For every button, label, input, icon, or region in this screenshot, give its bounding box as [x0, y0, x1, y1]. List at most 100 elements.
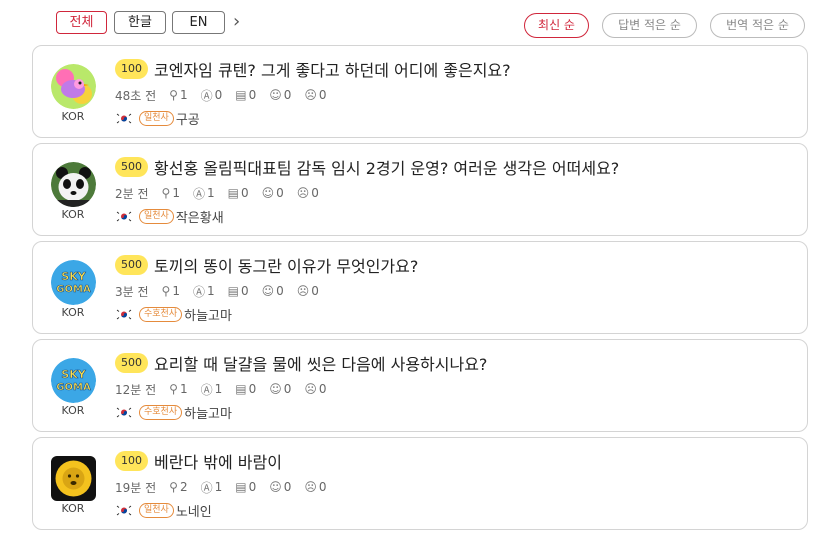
comment-count: 0 [248, 88, 257, 102]
svg-text:GOMA: GOMA [56, 284, 91, 295]
elapsed-time: 12분 전 [115, 382, 157, 397]
like-count: 0 [276, 186, 284, 200]
bird-avatar[interactable] [51, 64, 96, 109]
question-stats: 3분 전 ⚲ 1 Ⓐ 1 ▤ 0 ☺ 0 ☹ 0 [115, 283, 332, 299]
frown-icon: ☹ [296, 186, 310, 200]
korea-flag-icon [115, 307, 133, 321]
answer-icon: Ⓐ [192, 284, 205, 299]
view-count: 1 [172, 284, 180, 298]
question-card[interactable]: KOR 100 코엔자임 큐텐? 그게 좋다고 하던데 어디에 좋은지요? 48… [32, 45, 808, 138]
frown-icon: ☹ [304, 382, 317, 396]
smile-icon: ☺ [261, 284, 275, 298]
answer-count: 1 [214, 480, 223, 494]
username[interactable]: 작은황새 [176, 207, 224, 226]
sort-fewest-translations-button[interactable]: 번역 적은 순 [710, 13, 805, 38]
search-icon: ⚲ [161, 284, 171, 298]
rank-badge: 일천사 [139, 208, 174, 224]
dislike-count: 0 [311, 186, 319, 200]
search-icon: ⚲ [169, 480, 178, 494]
elapsed-time: 48초 전 [115, 88, 157, 103]
username[interactable]: 구공 [176, 109, 200, 128]
tab-korean[interactable]: 한글 [114, 11, 166, 34]
svg-text:SKY: SKY [61, 270, 86, 283]
search-icon: ⚲ [169, 382, 178, 396]
question-card[interactable]: KOR 500 황선홍 올림픽대표팀 감독 임시 2경기 운영? 여러운 생각은… [32, 143, 808, 236]
dislike-count: 0 [318, 88, 327, 102]
rank-badge: 수호천사 [139, 306, 183, 322]
smile-icon: ☺ [269, 88, 282, 102]
question-stats: 12분 전 ⚲ 1 Ⓐ 1 ▤ 0 ☺ 0 ☹ 0 [115, 381, 340, 397]
filter-bar: 전체 한글 EN › 최신 순 답변 적은 순 번역 적은 순 [0, 0, 823, 44]
chevron-right-icon[interactable]: › [233, 11, 240, 33]
like-count: 0 [283, 382, 292, 396]
question-title[interactable]: 토끼의 똥이 동그란 이유가 무엇인가요? [154, 253, 418, 277]
panda-avatar[interactable] [51, 162, 96, 207]
tab-english[interactable]: EN [172, 11, 225, 34]
like-count: 0 [276, 284, 284, 298]
points-badge: 500 [115, 353, 148, 373]
points-badge: 100 [115, 59, 148, 79]
view-count: 2 [179, 480, 188, 494]
elapsed-time: 19분 전 [115, 480, 157, 495]
lion-avatar[interactable] [51, 456, 96, 501]
answer-icon: Ⓐ [192, 186, 205, 201]
skygoma-avatar[interactable]: SKY GOMA [51, 358, 96, 403]
answer-icon: Ⓐ [200, 382, 213, 397]
question-card[interactable]: SKY GOMA KOR 500 요리할 때 달걀을 물에 씻은 다음에 사용하… [32, 339, 808, 432]
korea-flag-icon [115, 111, 133, 125]
username[interactable]: 하늘고마 [184, 403, 232, 422]
question-card[interactable]: KOR 100 베란다 밖에 바람이 19분 전 ⚲ 2 Ⓐ 1 ▤ 0 ☺ 0 ☹ 0 … [32, 437, 808, 530]
comment-icon: ▤ [227, 186, 239, 200]
question-title[interactable]: 요리할 때 달걀을 물에 씻은 다음에 사용하시나요? [154, 351, 487, 375]
comment-icon: ▤ [227, 284, 239, 298]
country-code: KOR [61, 306, 85, 319]
country-code: KOR [61, 208, 85, 221]
dislike-count: 0 [318, 480, 327, 494]
question-title[interactable]: 코엔자임 큐텐? 그게 좋다고 하던데 어디에 좋은지요? [154, 57, 511, 81]
comment-icon: ▤ [235, 382, 247, 396]
search-icon: ⚲ [161, 186, 171, 200]
korea-flag-icon [115, 405, 133, 419]
points-badge: 500 [115, 255, 148, 275]
comment-count: 0 [240, 186, 249, 200]
view-count: 1 [179, 382, 188, 396]
tab-all[interactable]: 전체 [56, 11, 107, 34]
like-count: 0 [283, 480, 292, 494]
svg-text:SKY: SKY [61, 368, 86, 381]
sort-fewest-answers-button[interactable]: 답변 적은 순 [602, 13, 697, 38]
frown-icon: ☹ [304, 88, 317, 102]
question-stats: 2분 전 ⚲ 1 Ⓐ 1 ▤ 0 ☺ 0 ☹ 0 [115, 185, 332, 201]
country-code: KOR [61, 404, 85, 417]
smile-icon: ☺ [269, 382, 282, 396]
username[interactable]: 하늘고마 [184, 305, 232, 324]
view-count: 1 [172, 186, 180, 200]
question-title[interactable]: 황선홍 올림픽대표팀 감독 임시 2경기 운영? 여러운 생각은 어떠세요? [154, 155, 619, 179]
sort-latest-button[interactable]: 최신 순 [524, 13, 589, 38]
rank-badge: 수호천사 [139, 404, 183, 420]
korea-flag-icon [115, 503, 133, 517]
smile-icon: ☺ [261, 186, 275, 200]
comment-icon: ▤ [235, 88, 247, 102]
comment-count: 0 [240, 284, 249, 298]
view-count: 1 [179, 88, 188, 102]
skygoma-avatar[interactable]: SKY GOMA [51, 260, 96, 305]
frown-icon: ☹ [296, 284, 310, 298]
answer-icon: Ⓐ [200, 88, 213, 103]
elapsed-time: 2분 전 [115, 186, 149, 201]
comment-count: 0 [248, 480, 257, 494]
question-stats: 19분 전 ⚲ 2 Ⓐ 1 ▤ 0 ☺ 0 ☹ 0 [115, 479, 340, 495]
answer-count: 1 [214, 382, 223, 396]
answer-count: 1 [206, 186, 215, 200]
country-code: KOR [61, 110, 85, 123]
korea-flag-icon [115, 209, 133, 223]
like-count: 0 [283, 88, 292, 102]
dislike-count: 0 [311, 284, 319, 298]
username[interactable]: 노네인 [176, 501, 212, 520]
question-stats: 48초 전 ⚲ 1 Ⓐ 0 ▤ 0 ☺ 0 ☹ 0 [115, 87, 340, 103]
question-title[interactable]: 베란다 밖에 바람이 [154, 449, 282, 473]
answer-count: 0 [214, 88, 223, 102]
answer-icon: Ⓐ [200, 480, 213, 495]
search-icon: ⚲ [169, 88, 178, 102]
country-code: KOR [61, 502, 85, 515]
question-card[interactable]: SKY GOMA KOR 500 토끼의 똥이 동그란 이유가 무엇인가요? 3… [32, 241, 808, 334]
